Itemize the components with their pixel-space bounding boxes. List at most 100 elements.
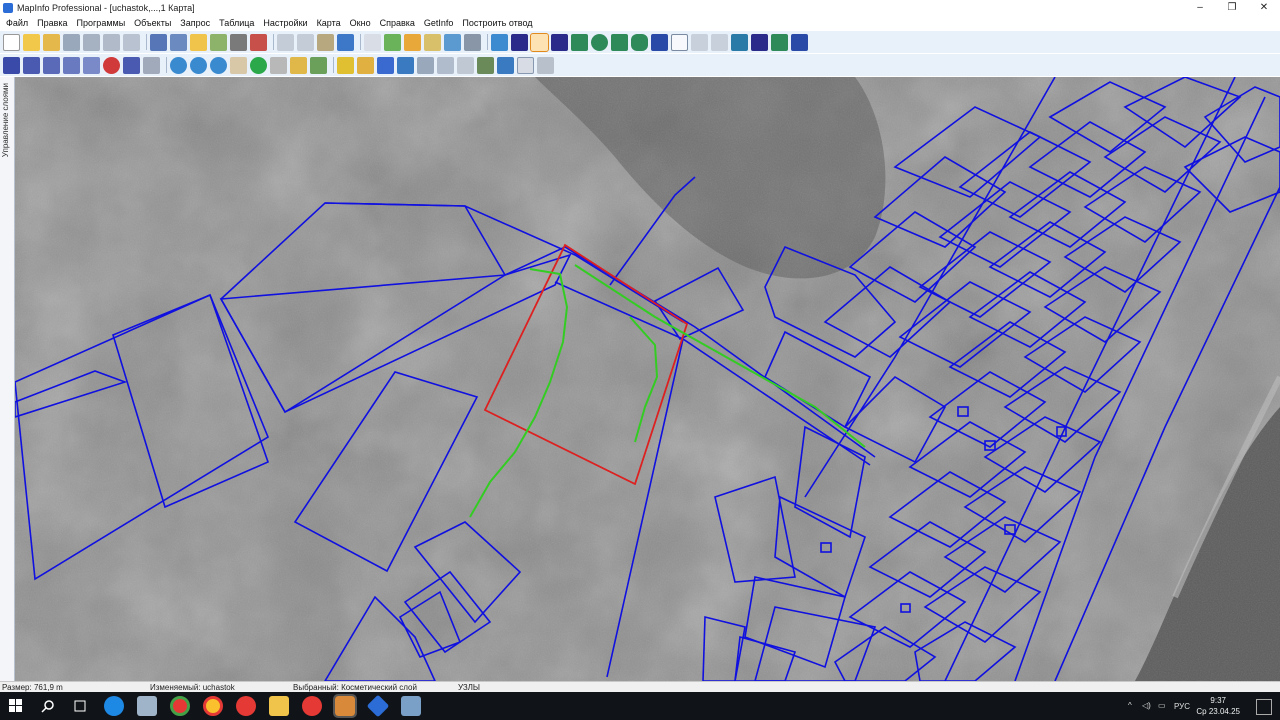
arc-tool-icon[interactable]	[551, 33, 568, 51]
set-target-icon[interactable]	[417, 56, 434, 74]
chrome-alt-icon[interactable]	[203, 696, 223, 716]
chrome-icon[interactable]	[170, 696, 190, 716]
minimize-button[interactable]: –	[1184, 0, 1216, 15]
open-folder-icon[interactable]	[23, 33, 40, 51]
invert-selection-icon[interactable]	[123, 56, 140, 74]
menu-query[interactable]: Запрос	[180, 18, 210, 28]
volume-icon[interactable]: ◁)	[1142, 701, 1151, 710]
mapinfo-taskbar-icon[interactable]	[333, 694, 357, 718]
new-map-icon[interactable]	[384, 33, 401, 51]
marquee-select-icon[interactable]	[23, 56, 40, 74]
windows-start-icon[interactable]	[6, 696, 26, 716]
polyline-tool-icon[interactable]	[530, 32, 549, 52]
reshape-icon[interactable]	[691, 33, 708, 51]
menu-objects[interactable]: Объекты	[134, 18, 171, 28]
statistics-icon[interactable]	[397, 56, 414, 74]
layer-control-panel[interactable]: Управление слоями	[0, 77, 15, 681]
paste-icon[interactable]	[317, 33, 334, 51]
clip-region-icon[interactable]	[437, 56, 454, 74]
polygon-tool-icon[interactable]	[571, 33, 588, 51]
window-app-icon[interactable]	[401, 696, 421, 716]
layer-control-icon[interactable]	[337, 56, 354, 74]
new-layout-icon[interactable]	[424, 33, 441, 51]
ruler-icon[interactable]	[357, 56, 374, 74]
app-diamond-icon[interactable]	[366, 694, 390, 718]
open-dbms-icon[interactable]	[190, 33, 207, 51]
table-info-icon[interactable]	[464, 33, 481, 51]
tray-chevron-icon[interactable]: ^	[1128, 701, 1132, 710]
import-icon[interactable]	[210, 33, 227, 51]
rounded-rectangle-icon[interactable]	[631, 33, 648, 51]
menu-edit[interactable]: Правка	[37, 18, 67, 28]
search-icon[interactable]	[38, 696, 58, 716]
notifications-icon[interactable]	[1256, 699, 1272, 715]
symbol-style-icon[interactable]	[731, 33, 748, 51]
save-copy-icon[interactable]	[103, 33, 120, 51]
yandex-browser-icon[interactable]	[236, 696, 256, 716]
map-canvas[interactable]	[15, 77, 1280, 681]
save-icon[interactable]	[150, 33, 167, 51]
region-style-icon[interactable]	[771, 33, 788, 51]
change-view-icon[interactable]	[210, 56, 227, 74]
select-arrow-icon[interactable]	[3, 56, 20, 74]
taskbar-clock[interactable]: 9:37 Ср 23.04.25	[1196, 695, 1240, 717]
label-tool-icon[interactable]	[290, 56, 307, 74]
zoom-in-icon[interactable]	[170, 56, 187, 74]
hotlink-icon[interactable]	[270, 56, 287, 74]
polygon-select-icon[interactable]	[63, 56, 80, 74]
menu-programs[interactable]: Программы	[77, 18, 126, 28]
graph-select-icon[interactable]	[143, 56, 160, 74]
unselect-all-icon[interactable]	[103, 56, 120, 74]
file-icon[interactable]	[137, 696, 157, 716]
menu-getinfo[interactable]: GetInfo	[424, 18, 454, 28]
maximize-button[interactable]: ❐	[1216, 0, 1248, 15]
rectangle-tool-icon[interactable]	[611, 33, 628, 51]
grabber-hand-icon[interactable]	[230, 56, 247, 74]
map-tools-icon[interactable]	[477, 56, 494, 74]
copy-icon[interactable]	[297, 33, 314, 51]
home-view-icon[interactable]	[537, 56, 554, 74]
opera-icon[interactable]	[302, 696, 322, 716]
frame-tool-icon[interactable]	[671, 33, 688, 51]
globe-tool-icon[interactable]	[491, 33, 508, 51]
info-tool-icon[interactable]	[250, 56, 267, 74]
undo-icon[interactable]	[337, 33, 354, 51]
menu-build-allotment[interactable]: Построить отвод	[462, 18, 532, 28]
menu-table[interactable]: Таблица	[219, 18, 254, 28]
new-graph-icon[interactable]	[404, 33, 421, 51]
line-tool-icon[interactable]	[511, 33, 528, 51]
add-node-icon[interactable]	[711, 33, 728, 51]
edge-browser-icon[interactable]	[104, 696, 124, 716]
new-document-icon[interactable]	[3, 33, 20, 51]
close-table-icon[interactable]	[63, 33, 80, 51]
redistrict-icon[interactable]	[444, 33, 461, 51]
revert-icon[interactable]	[123, 33, 140, 51]
radius-select-icon[interactable]	[43, 56, 60, 74]
open-workspace-icon[interactable]	[43, 33, 60, 51]
new-browser-icon[interactable]	[364, 33, 381, 51]
zoom-out-icon[interactable]	[190, 56, 207, 74]
menu-settings[interactable]: Настройки	[263, 18, 307, 28]
ellipse-tool-icon[interactable]	[591, 33, 608, 51]
print-icon[interactable]	[230, 33, 247, 51]
text-tool-icon[interactable]	[651, 33, 668, 51]
battery-icon[interactable]: ▭	[1158, 701, 1166, 710]
menu-help[interactable]: Справка	[380, 18, 415, 28]
drag-map-icon[interactable]	[310, 56, 327, 74]
legend-icon[interactable]	[377, 56, 394, 74]
map-window[interactable]	[15, 77, 1280, 681]
menu-file[interactable]: Файл	[6, 18, 28, 28]
text-style-icon[interactable]	[791, 33, 808, 51]
close-button[interactable]: ✕	[1248, 0, 1280, 15]
line-style-icon[interactable]	[751, 33, 768, 51]
export-pdf-icon[interactable]	[250, 33, 267, 51]
language-indicator[interactable]: РУС	[1174, 702, 1190, 711]
show-table-icon[interactable]	[517, 56, 534, 74]
coordinate-icon[interactable]	[497, 56, 514, 74]
cut-icon[interactable]	[277, 33, 294, 51]
menu-map[interactable]: Карта	[317, 18, 341, 28]
close-all-icon[interactable]	[83, 33, 100, 51]
scale-bar-icon[interactable]	[457, 56, 474, 74]
task-view-icon[interactable]	[70, 696, 90, 716]
boundary-select-icon[interactable]	[83, 56, 100, 74]
